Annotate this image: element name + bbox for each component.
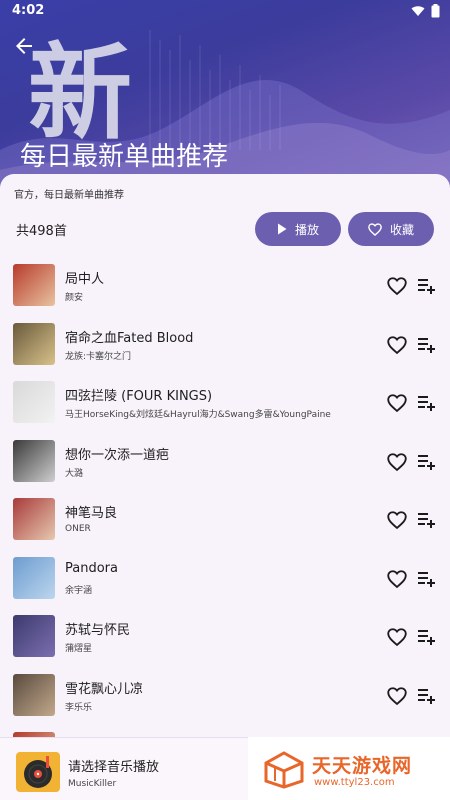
heart-outline-icon xyxy=(368,222,382,236)
song-title: 局中人 xyxy=(65,272,105,287)
song-artist: 马王HorseKing&刘炫廷&Hayrul海力&Swang多雷&YoungPa… xyxy=(65,410,331,420)
vinyl-record-icon xyxy=(24,756,52,788)
add-to-playlist-icon[interactable] xyxy=(417,628,437,646)
site-watermark: 天天游戏网 www.ttyl23.com xyxy=(248,737,450,800)
song-row[interactable]: 宿命之血Fated Blood 龙族:卡塞尔之门 xyxy=(0,317,450,376)
like-heart-icon[interactable] xyxy=(387,569,407,589)
song-row[interactable]: 局中人 颜安 xyxy=(0,258,450,317)
song-cover xyxy=(13,498,55,540)
song-artist: 李乐乐 xyxy=(65,702,93,713)
like-heart-icon[interactable] xyxy=(387,686,407,706)
status-icons xyxy=(411,4,440,18)
song-cover xyxy=(13,322,55,365)
song-list: 局中人颜安宿命之血Fated Blood 龙族:卡塞尔之门四弦拦陵 (FOUR K… xyxy=(0,258,450,785)
song-artist: 龙族:卡塞尔之门 xyxy=(65,351,132,362)
like-heart-icon[interactable] xyxy=(387,452,407,472)
song-row[interactable]: 苏轼与怀民 蒲熠星 xyxy=(0,609,450,668)
wifi-icon xyxy=(411,6,425,16)
song-artist: 颜安 xyxy=(65,293,84,303)
play-all-label: 播放 xyxy=(294,222,319,237)
song-cover xyxy=(13,673,55,716)
song-row[interactable]: 想你一次添一道疤大潞 xyxy=(0,434,450,493)
song-title: 雪花飘心儿凉 xyxy=(65,681,144,697)
song-artist: 大潞 xyxy=(65,468,84,479)
song-artist: 蒲熠星 xyxy=(65,644,93,654)
collect-button[interactable]: 收藏 xyxy=(348,212,434,246)
song-row[interactable]: Pandora 余宇涵 xyxy=(0,551,450,610)
collect-label: 收藏 xyxy=(389,222,414,237)
song-title: 神笔马良 xyxy=(65,506,118,521)
play-all-button[interactable]: 播放 xyxy=(255,212,341,246)
add-to-playlist-icon[interactable] xyxy=(417,570,437,588)
song-artist: ONER xyxy=(65,524,91,534)
like-heart-icon[interactable] xyxy=(387,335,407,355)
player-album-art[interactable] xyxy=(16,752,60,792)
battery-icon xyxy=(431,4,440,18)
song-artist: 余宇涵 xyxy=(65,585,93,596)
song-cover xyxy=(13,381,55,423)
song-count: 共498首 xyxy=(16,224,67,239)
add-to-playlist-icon[interactable] xyxy=(417,453,437,471)
song-cover xyxy=(13,615,55,657)
like-heart-icon[interactable] xyxy=(387,510,407,530)
page-title: 每日最新单曲推荐 xyxy=(20,142,229,172)
song-title: 宿命之血Fated Blood xyxy=(65,330,194,346)
watermark-logo-icon xyxy=(264,751,304,789)
add-to-playlist-icon[interactable] xyxy=(417,336,437,354)
player-subtitle: MusicKiller xyxy=(68,779,117,789)
add-to-playlist-icon[interactable] xyxy=(417,687,437,705)
add-to-playlist-icon[interactable] xyxy=(417,277,437,295)
add-to-playlist-icon[interactable] xyxy=(417,511,437,529)
song-row[interactable]: 神笔马良 ONER xyxy=(0,492,450,551)
song-sheet: 官方，每日最新单曲推荐 共498首 播放 收藏 局中人颜安宿命之血Fated B… xyxy=(0,174,450,800)
song-row[interactable]: 四弦拦陵 (FOUR KINGS) 马王HorseKing&刘炫廷&Hayrul海… xyxy=(0,375,450,434)
mini-player[interactable]: 请选择音乐播放 MusicKiller xyxy=(0,737,248,800)
song-title: Pandora xyxy=(65,560,118,576)
song-title: 苏轼与怀民 xyxy=(65,623,131,638)
player-title: 请选择音乐播放 xyxy=(68,760,160,775)
song-cover xyxy=(13,439,55,482)
watermark-url: www.ttyl23.com xyxy=(314,777,395,788)
like-heart-icon[interactable] xyxy=(387,276,407,296)
song-title: 想你一次添一道疤 xyxy=(65,447,170,463)
add-to-playlist-icon[interactable] xyxy=(417,394,437,412)
song-title: 四弦拦陵 (FOUR KINGS) xyxy=(65,389,213,404)
like-heart-icon[interactable] xyxy=(387,393,407,413)
song-row[interactable]: 雪花飘心儿凉 李乐乐 xyxy=(0,668,450,727)
song-cover xyxy=(13,264,55,306)
playlist-description: 官方，每日最新单曲推荐 xyxy=(14,190,124,201)
play-icon xyxy=(277,223,287,235)
song-cover xyxy=(13,556,55,599)
like-heart-icon[interactable] xyxy=(387,627,407,647)
header-banner: 4:02 新 每日最新单曲推荐 xyxy=(0,0,450,200)
watermark-name: 天天游戏网 xyxy=(312,755,413,777)
